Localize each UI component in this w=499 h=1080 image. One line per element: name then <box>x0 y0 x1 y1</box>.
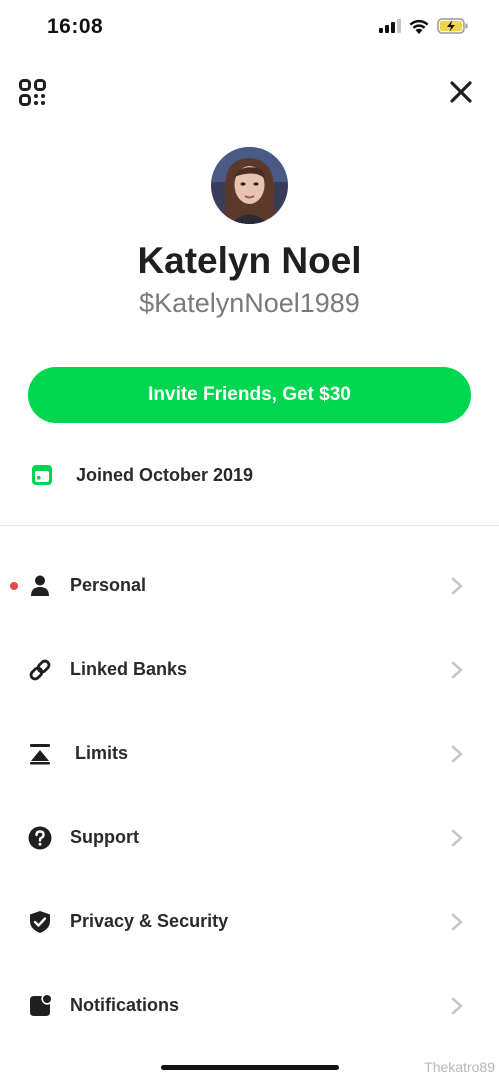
profile-name: Katelyn Noel <box>137 240 362 281</box>
menu-item-label: Limits <box>75 743 129 763</box>
menu-item-label: Linked Banks <box>70 659 188 679</box>
avatar[interactable] <box>211 147 288 224</box>
status-icons <box>379 18 469 34</box>
chevron-right-icon <box>451 577 463 595</box>
menu-item-label: Notifications <box>70 995 180 1015</box>
menu-item-limits[interactable]: Limits <box>0 724 499 784</box>
watermark: Thekatro89 <box>424 1059 495 1075</box>
menu-item-personal[interactable]: Personal <box>0 556 499 616</box>
alert-dot <box>10 582 18 590</box>
question-icon <box>28 826 52 850</box>
calendar-icon <box>32 465 52 485</box>
joined-row: Joined October 2019 <box>31 462 253 488</box>
shield-icon <box>30 911 50 933</box>
joined-date-text: Joined October 2019 <box>76 464 254 485</box>
menu-item-support[interactable]: Support <box>0 808 499 868</box>
chevron-right-icon <box>451 661 463 679</box>
profile-cashtag: $KatelynNoel1989 <box>139 288 360 318</box>
link-icon <box>29 659 51 681</box>
menu-item-privacy-security[interactable]: Privacy & Security <box>0 892 499 952</box>
home-indicator[interactable] <box>161 1065 339 1070</box>
chevron-right-icon <box>451 913 463 931</box>
wifi-icon <box>409 19 429 34</box>
invite-friends-button[interactable]: Invite Friends, Get $30 <box>28 367 471 423</box>
chevron-right-icon <box>451 745 463 763</box>
menu-item-linked-banks[interactable]: Linked Banks <box>0 640 499 700</box>
close-icon[interactable] <box>449 80 473 104</box>
status-bar: 16:08 <box>0 0 499 56</box>
notification-icon <box>30 995 51 1016</box>
chevron-right-icon <box>451 997 463 1015</box>
cellular-signal-icon <box>379 19 401 33</box>
status-time: 16:08 <box>47 15 104 38</box>
menu-item-label: Support <box>70 827 139 847</box>
qr-code-icon[interactable] <box>19 79 46 106</box>
invite-button-label: Invite Friends, Get $30 <box>148 384 351 405</box>
battery-charging-icon <box>437 18 468 34</box>
menu-item-label: Privacy & Security <box>70 911 229 931</box>
limits-icon <box>30 744 50 765</box>
person-icon <box>31 575 49 596</box>
menu-item-label: Personal <box>70 575 147 595</box>
section-divider <box>0 525 499 526</box>
menu-item-notifications[interactable]: Notifications <box>0 976 499 1036</box>
chevron-right-icon <box>451 829 463 847</box>
